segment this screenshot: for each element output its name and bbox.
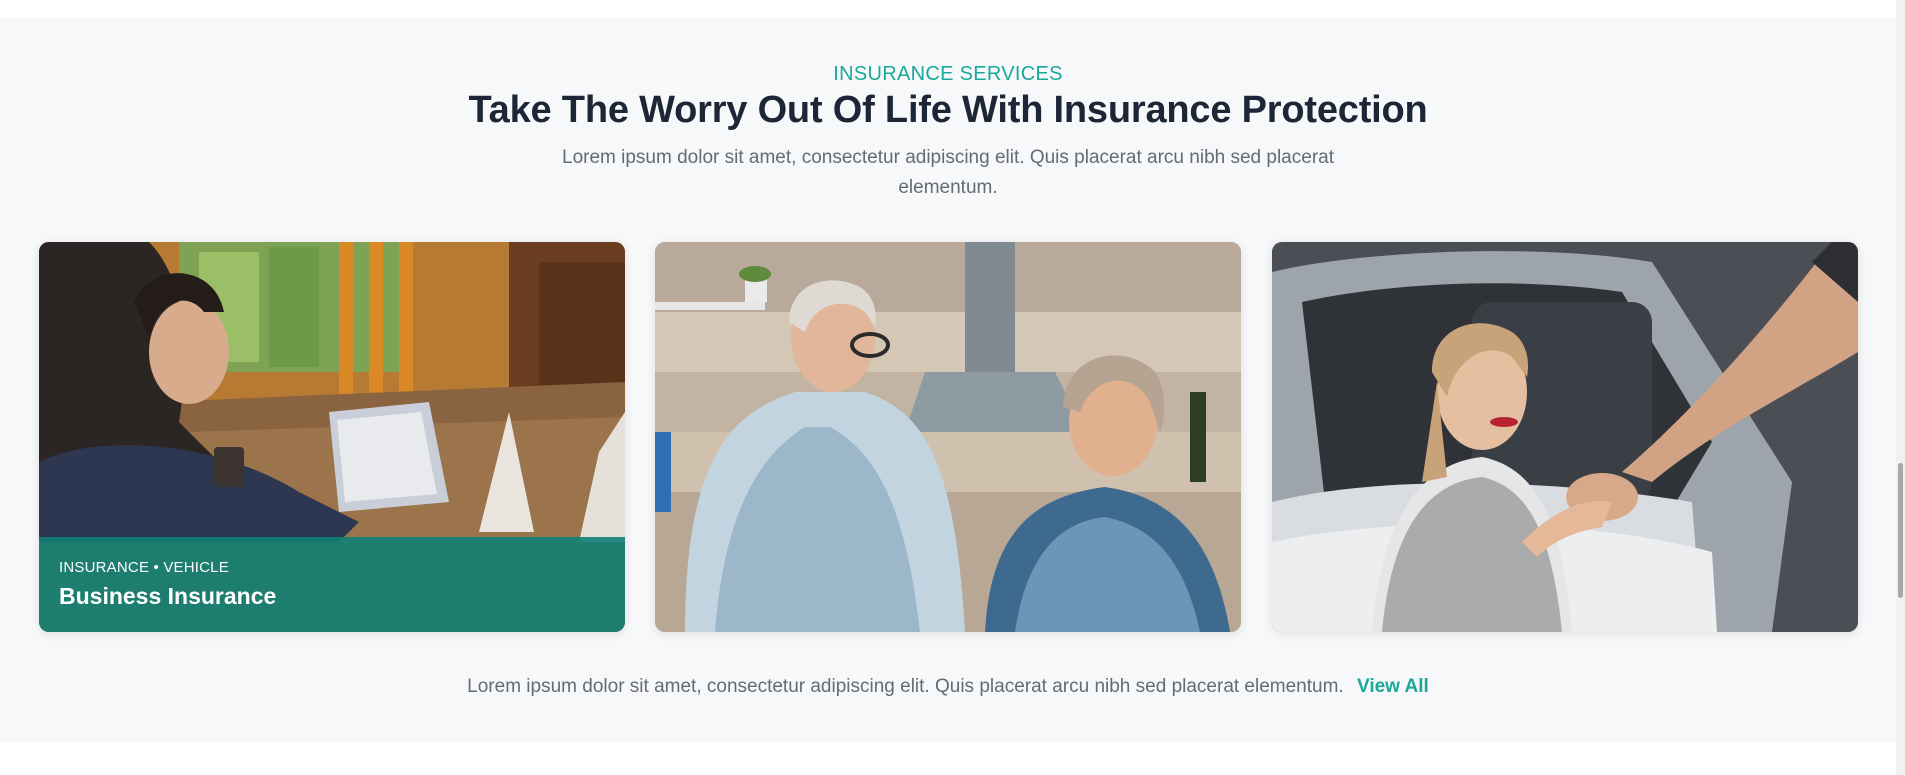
card-title[interactable]: Business Insurance xyxy=(59,583,276,610)
service-card-business-insurance[interactable]: INSURANCE • VEHICLE Business Insurance xyxy=(39,242,625,632)
insurance-services-section: INSURANCE SERVICES Take The Worry Out Of… xyxy=(0,17,1905,742)
section-footer: Lorem ipsum dolor sit amet, consectetur … xyxy=(0,676,1896,698)
page-scrollbar[interactable] xyxy=(1896,0,1905,775)
section-eyebrow: INSURANCE SERVICES xyxy=(833,63,1063,85)
view-all-link[interactable]: View All xyxy=(1357,676,1429,697)
card-overlay: INSURANCE • VEHICLE Business Insurance xyxy=(39,537,625,632)
service-card-senior-couple[interactable] xyxy=(655,242,1241,632)
service-card-vehicle[interactable] xyxy=(1272,242,1858,632)
scrollbar-thumb[interactable] xyxy=(1898,463,1903,598)
card-tags: INSURANCE • VEHICLE xyxy=(59,559,229,576)
woman-in-car-handshake-photo xyxy=(1272,242,1858,632)
section-title: Take The Worry Out Of Life With Insuranc… xyxy=(468,89,1428,131)
senior-couple-in-kitchen-photo xyxy=(655,242,1241,632)
section-description: Lorem ipsum dolor sit amet, consectetur … xyxy=(562,147,1334,198)
footer-text: Lorem ipsum dolor sit amet, consectetur … xyxy=(467,676,1344,697)
